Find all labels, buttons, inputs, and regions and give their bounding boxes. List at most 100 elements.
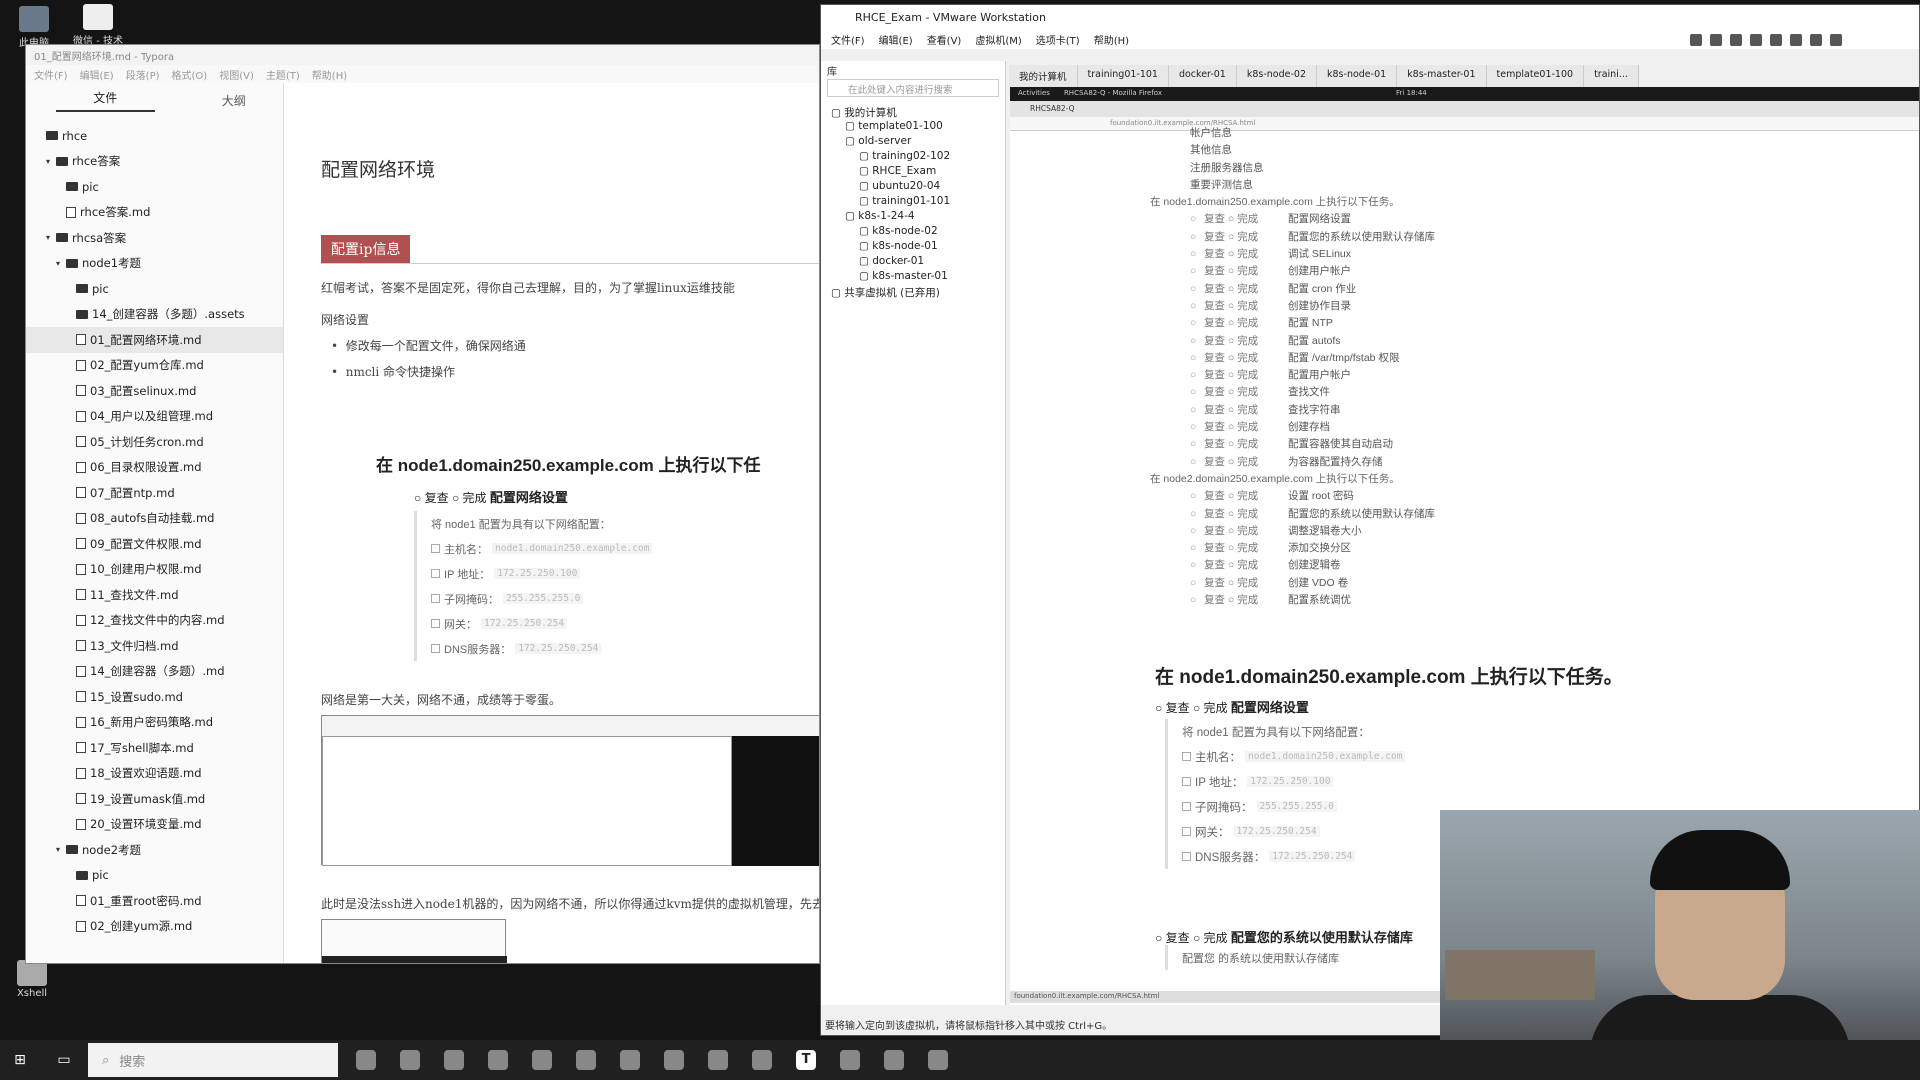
activities-button[interactable]: Activities xyxy=(1018,89,1050,99)
tree-folder[interactable]: ▾ node2考题 xyxy=(26,837,283,863)
tree-file[interactable]: 01_配置网络环境.md xyxy=(26,327,283,353)
mic-icon[interactable] xyxy=(1750,34,1762,46)
vm-menu-edit[interactable]: 编辑(E) xyxy=(879,32,913,47)
library-item[interactable]: ▢ docker-01 xyxy=(821,255,1005,270)
taskbar-search-input[interactable]: ⌕ 搜索 xyxy=(88,1043,338,1077)
tree-file[interactable]: 08_autofs自动挂载.md xyxy=(26,506,283,532)
ime-icon[interactable] xyxy=(1690,34,1702,46)
chevron-down-icon[interactable]: ▾ xyxy=(46,233,56,242)
menu-help[interactable]: 帮助(H) xyxy=(312,67,347,82)
cortana-icon[interactable] xyxy=(356,1050,376,1070)
checkbox[interactable] xyxy=(431,569,440,578)
task-row[interactable]: ○ 复查 ○ 完成 配置您的系统以使用默认存储库 xyxy=(1150,506,1435,523)
tree-folder[interactable]: pic xyxy=(26,276,283,302)
tree-folder[interactable]: pic xyxy=(26,174,283,200)
tree-folder[interactable]: ▾ rhcsa答案 xyxy=(26,225,283,251)
info-link[interactable]: 重要评测信息 xyxy=(1150,177,1435,194)
tab-files[interactable]: 文件 xyxy=(56,85,155,112)
radio-icon[interactable]: ○ xyxy=(1190,369,1204,381)
vm-menu-view[interactable]: 查看(V) xyxy=(927,32,962,47)
checkbox[interactable] xyxy=(1182,852,1191,861)
embedded-screenshot-2[interactable] xyxy=(321,919,507,963)
tree-file[interactable]: 19_设置umask值.md xyxy=(26,786,283,812)
task-row[interactable]: ○ 复查 ○ 完成 调试 SELinux xyxy=(1150,246,1435,263)
radio-icon[interactable]: ○ xyxy=(1190,525,1204,537)
wechat-tech-icon[interactable]: 微信 - 技术 xyxy=(68,4,128,47)
app-icon[interactable] xyxy=(488,1050,508,1070)
tree-file[interactable]: 07_配置ntp.md xyxy=(26,480,283,506)
vm-tab[interactable]: k8s-node-02 xyxy=(1236,65,1318,87)
xshell-desktop-icon[interactable]: Xshell xyxy=(2,960,62,999)
radio-icon[interactable]: ○ xyxy=(1190,283,1204,295)
vm-tab[interactable]: traini... xyxy=(1584,65,1639,87)
task-row[interactable]: ○ 复查 ○ 完成 配置 /var/tmp/fstab 权限 xyxy=(1150,350,1435,367)
settings-icon[interactable] xyxy=(1830,34,1842,46)
task-row[interactable]: ○ 复查 ○ 完成 配置系统调优 xyxy=(1150,592,1435,609)
library-item[interactable]: ▢ 我的计算机 xyxy=(821,105,1005,120)
tree-file[interactable]: 16_新用户密码策略.md xyxy=(26,710,283,736)
task-row[interactable]: ○ 复查 ○ 完成 配置 NTP xyxy=(1150,315,1435,332)
chevron-down-icon[interactable]: ▾ xyxy=(56,259,66,268)
wechat-icon[interactable] xyxy=(532,1050,552,1070)
tree-file[interactable]: 12_查找文件中的内容.md xyxy=(26,608,283,634)
file-explorer-icon[interactable] xyxy=(752,1050,772,1070)
library-item[interactable]: ▢ k8s-node-01 xyxy=(821,240,1005,255)
skin-icon[interactable] xyxy=(1790,34,1802,46)
vm-menu-help[interactable]: 帮助(H) xyxy=(1094,32,1129,47)
task-row[interactable]: ○ 复查 ○ 完成 配置您的系统以使用默认存储库 xyxy=(1150,229,1435,246)
info-link[interactable]: 其他信息 xyxy=(1150,142,1435,159)
radio-icon[interactable]: ○ xyxy=(1190,490,1204,502)
typora-editor[interactable]: 配置网络环境 配置ip信息 红帽考试，答案不是固定死，得你自己去理解，目的，为了… xyxy=(286,83,819,963)
tree-file[interactable]: 02_创建yum源.md xyxy=(26,914,283,940)
radio-icon[interactable]: ○ xyxy=(1190,386,1204,398)
task-row[interactable]: ○ 复查 ○ 完成 创建 VDO 卷 xyxy=(1150,575,1435,592)
tree-file[interactable]: 15_设置sudo.md xyxy=(26,684,283,710)
library-item[interactable]: ▢ k8s-1-24-4 xyxy=(821,210,1005,225)
checkbox[interactable] xyxy=(1182,752,1191,761)
tree-folder[interactable]: ▾ node1考题 xyxy=(26,251,283,277)
radio-icon[interactable]: ○ xyxy=(1190,456,1204,468)
library-item[interactable]: ▢ training01-101 xyxy=(821,195,1005,210)
menu-theme[interactable]: 主题(T) xyxy=(266,67,300,82)
radio-icon[interactable]: ○ xyxy=(1190,213,1204,225)
app-icon[interactable] xyxy=(708,1050,728,1070)
vm-tab[interactable]: template01-100 xyxy=(1486,65,1585,87)
tree-file[interactable]: 01_重置root密码.md xyxy=(26,888,283,914)
task-row[interactable]: ○ 复查 ○ 完成 创建用户帐户 xyxy=(1150,263,1435,280)
tree-file[interactable]: 20_设置环境变量.md xyxy=(26,812,283,838)
chevron-down-icon[interactable]: ▾ xyxy=(56,845,66,854)
vm-menu-tabs[interactable]: 选项卡(T) xyxy=(1036,32,1080,47)
radio-icon[interactable]: ○ xyxy=(1190,508,1204,520)
vm-menu-vm[interactable]: 虚拟机(M) xyxy=(975,32,1021,47)
task-row[interactable]: ○ 复查 ○ 完成 配置容器使其自动启动 xyxy=(1150,436,1435,453)
task-row[interactable]: ○ 复查 ○ 完成 创建逻辑卷 xyxy=(1150,557,1435,574)
app-icon[interactable] xyxy=(620,1050,640,1070)
radio-icon[interactable]: ○ xyxy=(1190,421,1204,433)
app-icon[interactable] xyxy=(884,1050,904,1070)
tools-icon[interactable] xyxy=(1810,34,1822,46)
app-icon[interactable] xyxy=(928,1050,948,1070)
start-button[interactable]: ⊞ xyxy=(0,1040,40,1080)
radio-icon[interactable]: ○ xyxy=(1190,438,1204,450)
task-row[interactable]: ○ 复查 ○ 完成 创建协作目录 xyxy=(1150,298,1435,315)
library-item[interactable]: ▢ training02-102 xyxy=(821,150,1005,165)
library-search-input[interactable]: 在此处键入内容进行搜索 xyxy=(827,79,999,97)
firefox-tab[interactable]: RHCSA82-Q xyxy=(1010,101,1919,117)
tree-file[interactable]: 13_文件归档.md xyxy=(26,633,283,659)
tree-file[interactable]: rhce答案.md xyxy=(26,200,283,226)
tree-folder[interactable]: rhce xyxy=(26,123,283,149)
chevron-down-icon[interactable]: ▾ xyxy=(46,157,56,166)
task-row[interactable]: ○ 复查 ○ 完成 配置网络设置 xyxy=(1150,211,1435,228)
checkbox[interactable] xyxy=(431,594,440,603)
library-item[interactable]: ▢ k8s-node-02 xyxy=(821,225,1005,240)
checkbox[interactable] xyxy=(431,544,440,553)
task-row[interactable]: ○ 复查 ○ 完成 添加交换分区 xyxy=(1150,540,1435,557)
lang-icon[interactable] xyxy=(1710,34,1722,46)
task-row[interactable]: ○ 复查 ○ 完成 设置 root 密码 xyxy=(1150,488,1435,505)
info-link[interactable]: 注册服务器信息 xyxy=(1150,160,1435,177)
radio-icon[interactable]: ○ xyxy=(1190,300,1204,312)
checkbox[interactable] xyxy=(1182,777,1191,786)
library-item[interactable]: ▢ RHCE_Exam xyxy=(821,165,1005,180)
embedded-screenshot[interactable] xyxy=(321,715,819,866)
keyboard-icon[interactable] xyxy=(1770,34,1782,46)
